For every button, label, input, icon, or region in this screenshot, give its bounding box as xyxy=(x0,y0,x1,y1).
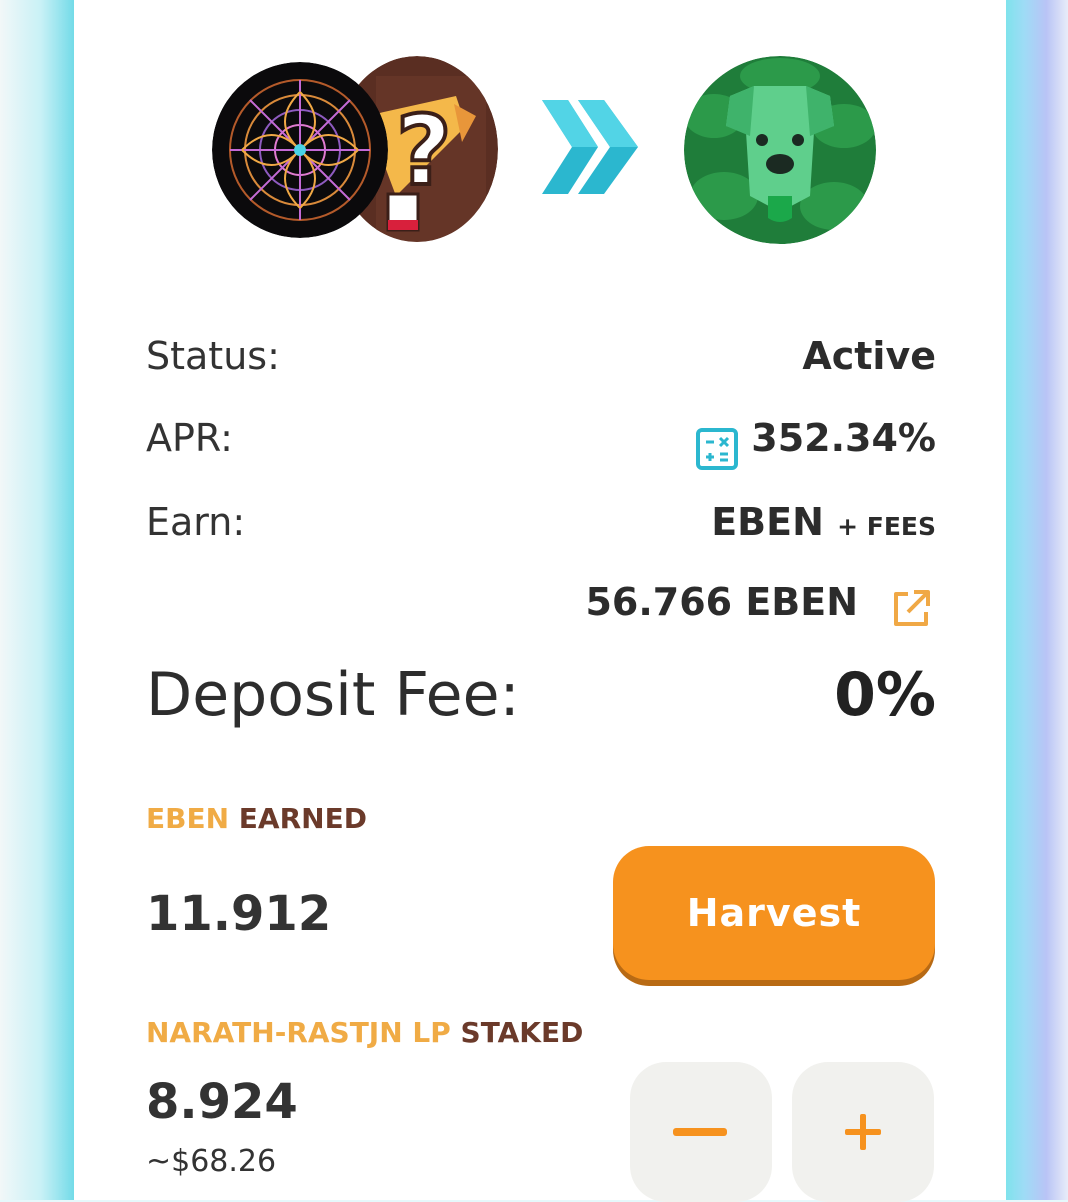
earn-amount-row: 56.766 EBEN xyxy=(146,580,936,636)
external-link-icon[interactable] xyxy=(890,588,932,630)
token-pair-header: ? xyxy=(74,0,1006,300)
status-row: Status: Active xyxy=(146,334,936,390)
left-background-glow xyxy=(0,0,74,1200)
unstake-minus-button[interactable] xyxy=(630,1062,772,1202)
earned-token-label: EBEN xyxy=(146,802,230,835)
earn-value: EBEN + FEES xyxy=(711,500,936,544)
staked-usd-value: ~$68.26 xyxy=(146,1144,277,1179)
mandala-token-icon xyxy=(212,62,388,238)
earn-token: EBEN xyxy=(711,500,824,544)
minus-icon xyxy=(673,1128,727,1136)
double-chevron-right-icon xyxy=(542,100,638,194)
deposit-fee-label: Deposit Fee: xyxy=(146,660,520,730)
earn-amount-value: 56.766 EBEN xyxy=(585,580,858,624)
green-dog-token-icon xyxy=(684,56,876,244)
earn-row: Earn: EBEN + FEES xyxy=(146,500,936,556)
status-label: Status: xyxy=(146,334,280,378)
apr-label: APR: xyxy=(146,416,233,460)
staked-suffix: STAKED xyxy=(460,1016,584,1049)
apr-row: APR: 352.34% xyxy=(146,416,936,472)
staked-token-label: NARATH-RASTJN LP xyxy=(146,1016,451,1049)
svg-text:?: ? xyxy=(396,95,452,207)
harvest-button[interactable]: Harvest xyxy=(613,846,935,980)
earned-section-label: EBEN EARNED xyxy=(146,802,367,835)
right-background-glow xyxy=(1006,0,1068,1200)
staked-section-label: NARATH-RASTJN LP STAKED xyxy=(146,1016,583,1049)
staked-amount: 8.924 xyxy=(146,1074,298,1130)
earn-amount-token: EBEN xyxy=(745,580,858,624)
earn-label: Earn: xyxy=(146,500,246,544)
stake-plus-button[interactable] xyxy=(792,1062,934,1202)
apr-value: 352.34% xyxy=(751,416,936,460)
earned-amount: 11.912 xyxy=(146,886,332,942)
plus-icon xyxy=(845,1114,881,1150)
farm-card: ? Status: Active APR: 352.34% Earn: EBEN… xyxy=(74,0,1006,1202)
earned-suffix: EARNED xyxy=(238,802,367,835)
earn-amount-number: 56.766 xyxy=(585,580,733,624)
earn-fees: + FEES xyxy=(837,512,936,541)
deposit-fee-value: 0% xyxy=(834,660,936,730)
deposit-fee-row: Deposit Fee: 0% xyxy=(146,660,936,740)
status-value: Active xyxy=(802,334,936,378)
calculator-icon[interactable] xyxy=(696,428,738,470)
